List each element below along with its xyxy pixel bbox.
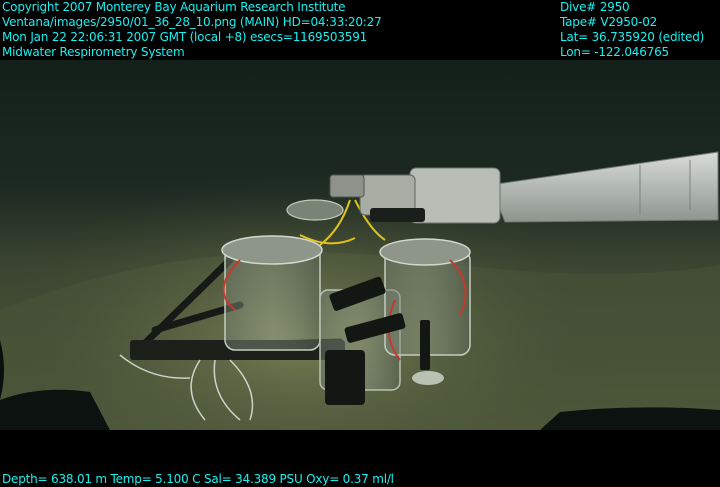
arm-claw-jaw — [370, 208, 425, 222]
chamber-back-lid — [286, 199, 344, 221]
copyright-line: Copyright 2007 Monterey Bay Aquarium Res… — [2, 0, 346, 14]
system-name-line: Midwater Respirometry System — [2, 45, 185, 59]
header-info-right: Dive# 2950 Tape# V2950-02 Lat= 36.735920… — [560, 0, 704, 60]
timestamp-line: Mon Jan 22 22:06:31 2007 GMT (local +8) … — [2, 30, 368, 44]
underwater-camera-view — [0, 60, 720, 430]
chamber-base — [412, 371, 444, 385]
latitude: Lat= 36.735920 (edited) — [560, 30, 705, 44]
chamber-right-lid — [379, 238, 471, 266]
arm-gripper — [329, 174, 365, 198]
tape-number: Tape# V2950-02 — [560, 15, 658, 29]
image-path-line: Ventana/images/2950/01_36_28_10.png (MAI… — [2, 15, 382, 29]
dive-number: Dive# 2950 — [560, 0, 630, 14]
header-info-left: Copyright 2007 Monterey Bay Aquarium Res… — [2, 0, 382, 60]
chamber-left-lid — [221, 235, 323, 265]
longitude: Lon= -122.046765 — [560, 45, 669, 59]
telemetry-footer: Depth= 638.01 m Temp= 5.100 C Sal= 34.38… — [2, 472, 394, 486]
